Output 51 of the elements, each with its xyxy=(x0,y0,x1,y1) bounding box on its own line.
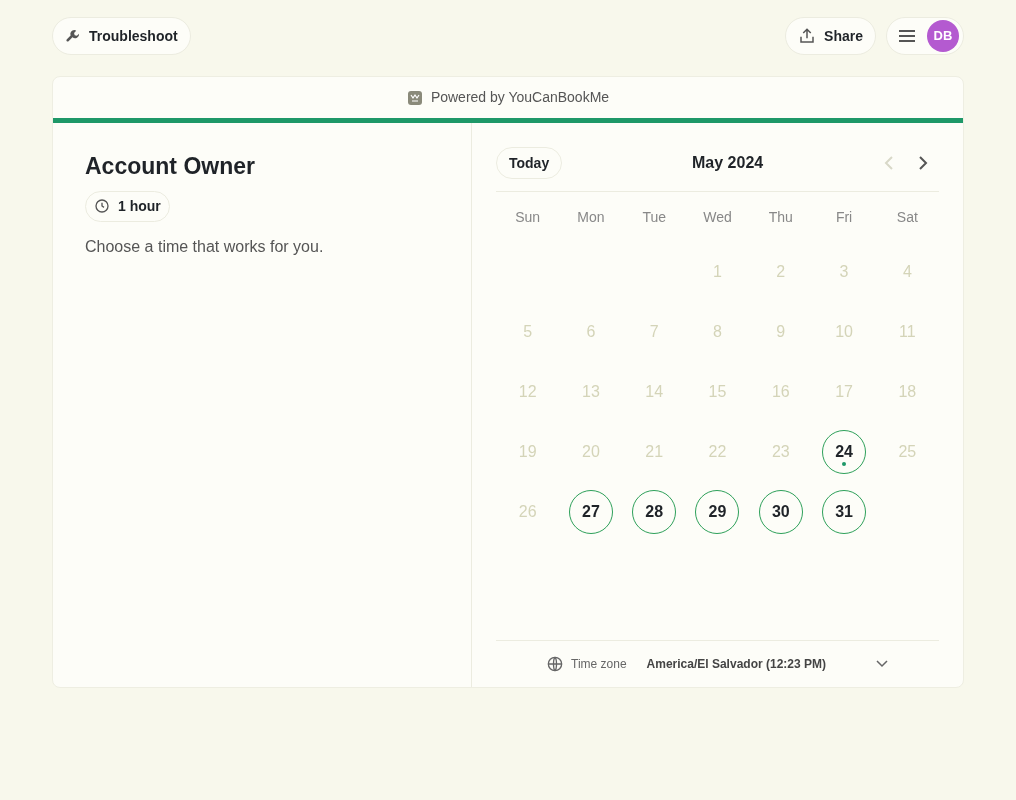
logo-icon xyxy=(406,89,423,106)
unavailable-day: 5 xyxy=(523,320,533,344)
weekday-label: Sat xyxy=(896,209,918,225)
troubleshoot-button[interactable]: Troubleshoot xyxy=(52,17,191,55)
unavailable-day: 15 xyxy=(708,380,727,404)
month-title: May 2024 xyxy=(691,153,765,173)
unavailable-day: 4 xyxy=(902,260,912,284)
weekday-label: Mon xyxy=(577,209,605,225)
unavailable-day: 3 xyxy=(839,260,849,284)
unavailable-day: 7 xyxy=(649,320,659,344)
unavailable-day: 14 xyxy=(645,380,664,404)
unavailable-day: 2 xyxy=(776,260,786,284)
instructions-text: Choose a time that works for you. xyxy=(85,236,325,257)
unavailable-day: 19 xyxy=(518,440,537,464)
unavailable-day: 20 xyxy=(582,440,600,464)
timezone-dropdown[interactable]: America/El Salvador (12:23 PM) xyxy=(646,655,888,673)
unavailable-day: 1 xyxy=(713,260,722,284)
globe-icon xyxy=(547,656,563,672)
user-avatar: DB xyxy=(927,20,959,52)
unavailable-day: 6 xyxy=(586,320,596,344)
unavailable-day: 25 xyxy=(898,440,917,464)
unavailable-day: 23 xyxy=(771,440,790,464)
weekday-label: Fri xyxy=(835,209,853,225)
unavailable-day: 22 xyxy=(708,440,727,464)
clock-icon xyxy=(94,198,110,214)
unavailable-day: 11 xyxy=(899,320,916,344)
unavailable-day: 13 xyxy=(582,380,600,404)
powered-by-text: Powered by YouCanBookMe xyxy=(430,88,610,107)
wrench-icon xyxy=(65,28,81,44)
unavailable-day: 9 xyxy=(776,320,786,344)
chevron-left-icon xyxy=(884,156,894,170)
chevron-right-icon xyxy=(918,156,928,170)
chevron-down-icon xyxy=(876,660,888,668)
menu-icon xyxy=(899,30,915,42)
weekday-label: Sun xyxy=(515,209,541,225)
timezone-label: Time zone xyxy=(571,656,627,673)
unavailable-day: 18 xyxy=(898,380,917,404)
unavailable-day: 17 xyxy=(835,380,853,404)
unavailable-day: 8 xyxy=(713,320,722,344)
page-title: Account Owner xyxy=(85,152,256,181)
unavailable-day: 10 xyxy=(835,320,853,344)
unavailable-day: 16 xyxy=(771,380,790,404)
share-icon xyxy=(798,27,817,45)
weekday-label: Wed xyxy=(703,209,732,225)
unavailable-day: 26 xyxy=(518,500,537,524)
unavailable-day: 21 xyxy=(645,440,664,464)
share-button[interactable]: Share xyxy=(785,17,876,55)
weekday-label: Tue xyxy=(642,209,666,225)
weekday-label: Thu xyxy=(768,209,793,225)
account-menu[interactable]: DB xyxy=(886,17,964,55)
unavailable-day: 12 xyxy=(518,380,537,404)
